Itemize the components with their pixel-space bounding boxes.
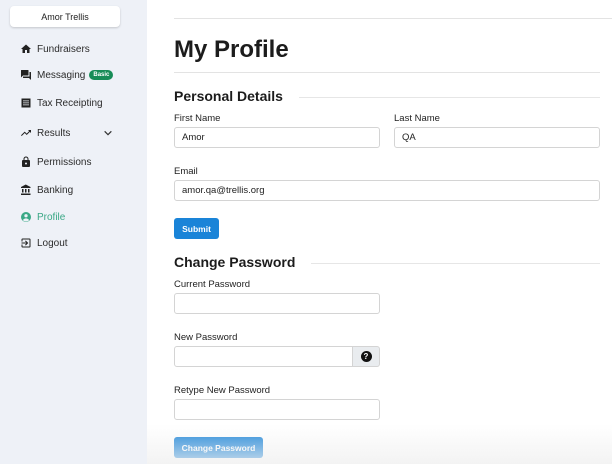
sidebar-item-label: Tax Receipting	[37, 97, 103, 109]
receipt-icon	[20, 97, 32, 109]
sidebar-item-logout[interactable]: Logout	[20, 234, 68, 252]
retype-password-label: Retype New Password	[174, 385, 271, 396]
email-value: amor.qa@trellis.org	[182, 185, 265, 196]
sidebar-item-label: Logout	[37, 237, 68, 249]
current-password-field[interactable]	[174, 293, 380, 314]
submit-button-label: Submit	[182, 223, 211, 234]
chat-icon	[20, 69, 32, 81]
change-password-button-label: Change Password	[181, 442, 256, 453]
last-name-label: Last Name	[394, 113, 440, 124]
sidebar-item-tax-receipting[interactable]: Tax Receipting	[20, 94, 103, 112]
personal-details-heading: Personal Details	[174, 88, 283, 104]
divider	[311, 263, 600, 264]
lock-icon	[20, 156, 32, 168]
submit-button[interactable]: Submit	[174, 218, 219, 239]
plan-badge: Basic	[89, 70, 114, 80]
new-password-field[interactable]	[174, 346, 353, 367]
home-icon	[20, 43, 32, 55]
sidebar-item-label: Profile	[37, 211, 66, 223]
divider	[174, 72, 600, 73]
chevron-down-icon[interactable]	[103, 128, 113, 138]
first-name-label: First Name	[174, 113, 221, 124]
page-title: My Profile	[174, 36, 289, 63]
sidebar-item-label: Permissions	[37, 156, 92, 168]
organization-name: Amor Trellis	[41, 11, 89, 22]
organization-switcher[interactable]: Amor Trellis	[10, 6, 120, 27]
sidebar: Amor Trellis Fundraisers Messaging Basic…	[0, 0, 147, 464]
change-password-heading: Change Password	[174, 254, 296, 270]
divider	[299, 97, 600, 98]
password-help-button[interactable]: ?	[353, 346, 380, 367]
retype-password-field[interactable]	[174, 399, 380, 420]
first-name-value: Amor	[182, 132, 205, 143]
sidebar-item-permissions[interactable]: Permissions	[20, 153, 91, 171]
new-password-label: New Password	[174, 332, 238, 343]
divider	[174, 18, 612, 19]
user-circle-icon	[20, 211, 32, 223]
sidebar-item-fundraisers[interactable]: Fundraisers	[20, 40, 90, 58]
main-content: My Profile Personal Details First Name A…	[147, 0, 612, 464]
change-password-button[interactable]: Change Password	[174, 437, 263, 458]
question-icon: ?	[360, 351, 372, 362]
logout-icon	[20, 237, 32, 249]
sidebar-item-banking[interactable]: Banking	[20, 181, 73, 199]
email-field[interactable]: amor.qa@trellis.org	[174, 180, 600, 201]
last-name-value: QA	[402, 132, 416, 143]
sidebar-item-label: Banking	[37, 184, 74, 196]
sidebar-item-label: Fundraisers	[37, 43, 90, 55]
sidebar-item-results[interactable]: Results	[20, 124, 70, 142]
email-label: Email	[174, 166, 198, 177]
trending-up-icon	[20, 127, 32, 139]
bank-icon	[20, 184, 32, 196]
sidebar-item-messaging[interactable]: Messaging Basic	[20, 66, 114, 84]
current-password-label: Current Password	[174, 279, 251, 290]
sidebar-item-profile[interactable]: Profile	[20, 208, 65, 226]
first-name-field[interactable]: Amor	[174, 127, 380, 148]
sidebar-item-label: Results	[37, 127, 71, 139]
last-name-field[interactable]: QA	[394, 127, 600, 148]
sidebar-item-label: Messaging	[37, 69, 86, 81]
